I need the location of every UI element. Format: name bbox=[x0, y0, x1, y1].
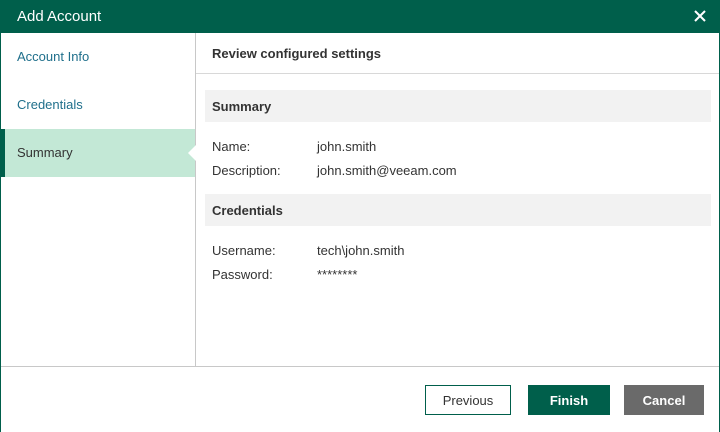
username-value: tech\john.smith bbox=[317, 243, 405, 258]
password-row: Password: ******** bbox=[196, 267, 719, 283]
credentials-section-header: Credentials bbox=[205, 194, 711, 226]
description-value: john.smith@veeam.com bbox=[317, 163, 457, 178]
section-title: Summary bbox=[212, 99, 272, 114]
name-row: Name: john.smith bbox=[196, 139, 719, 155]
name-value: john.smith bbox=[317, 139, 377, 154]
sidebar-item-account-info[interactable]: Account Info bbox=[1, 33, 195, 81]
sidebar-item-label: Account Info bbox=[17, 49, 90, 64]
close-icon[interactable] bbox=[689, 5, 711, 27]
sidebar-item-credentials[interactable]: Credentials bbox=[1, 81, 195, 129]
finish-button[interactable]: Finish bbox=[528, 385, 610, 415]
password-label: Password: bbox=[212, 267, 273, 282]
page-title: Review configured settings bbox=[212, 46, 382, 61]
title-bar: Add Account bbox=[1, 1, 719, 33]
dialog-title: Add Account bbox=[17, 8, 102, 25]
description-label: Description: bbox=[212, 163, 281, 178]
previous-button[interactable]: Previous bbox=[425, 385, 511, 415]
active-indicator bbox=[1, 129, 5, 177]
sidebar-item-summary[interactable]: Summary bbox=[1, 129, 196, 177]
description-row: Description: john.smith@veeam.com bbox=[196, 163, 719, 179]
summary-section-header: Summary bbox=[205, 90, 711, 122]
dialog-footer: Previous Finish Cancel bbox=[1, 366, 719, 432]
name-label: Name: bbox=[212, 139, 251, 154]
password-value: ******** bbox=[317, 267, 358, 282]
cancel-button[interactable]: Cancel bbox=[624, 385, 704, 415]
content-header: Review configured settings bbox=[196, 33, 719, 74]
sidebar-item-label: Credentials bbox=[17, 97, 83, 112]
wizard-steps-sidebar: Account Info Credentials Summary bbox=[1, 33, 196, 366]
active-pointer-icon bbox=[188, 145, 196, 161]
add-account-dialog: Add Account Account Info Credentials Sum… bbox=[0, 0, 720, 432]
username-row: Username: tech\john.smith bbox=[196, 243, 719, 259]
sidebar-item-label: Summary bbox=[17, 145, 73, 160]
wizard-content: Review configured settings Summary Name:… bbox=[196, 33, 719, 366]
username-label: Username: bbox=[212, 243, 276, 258]
section-title: Credentials bbox=[212, 203, 283, 218]
